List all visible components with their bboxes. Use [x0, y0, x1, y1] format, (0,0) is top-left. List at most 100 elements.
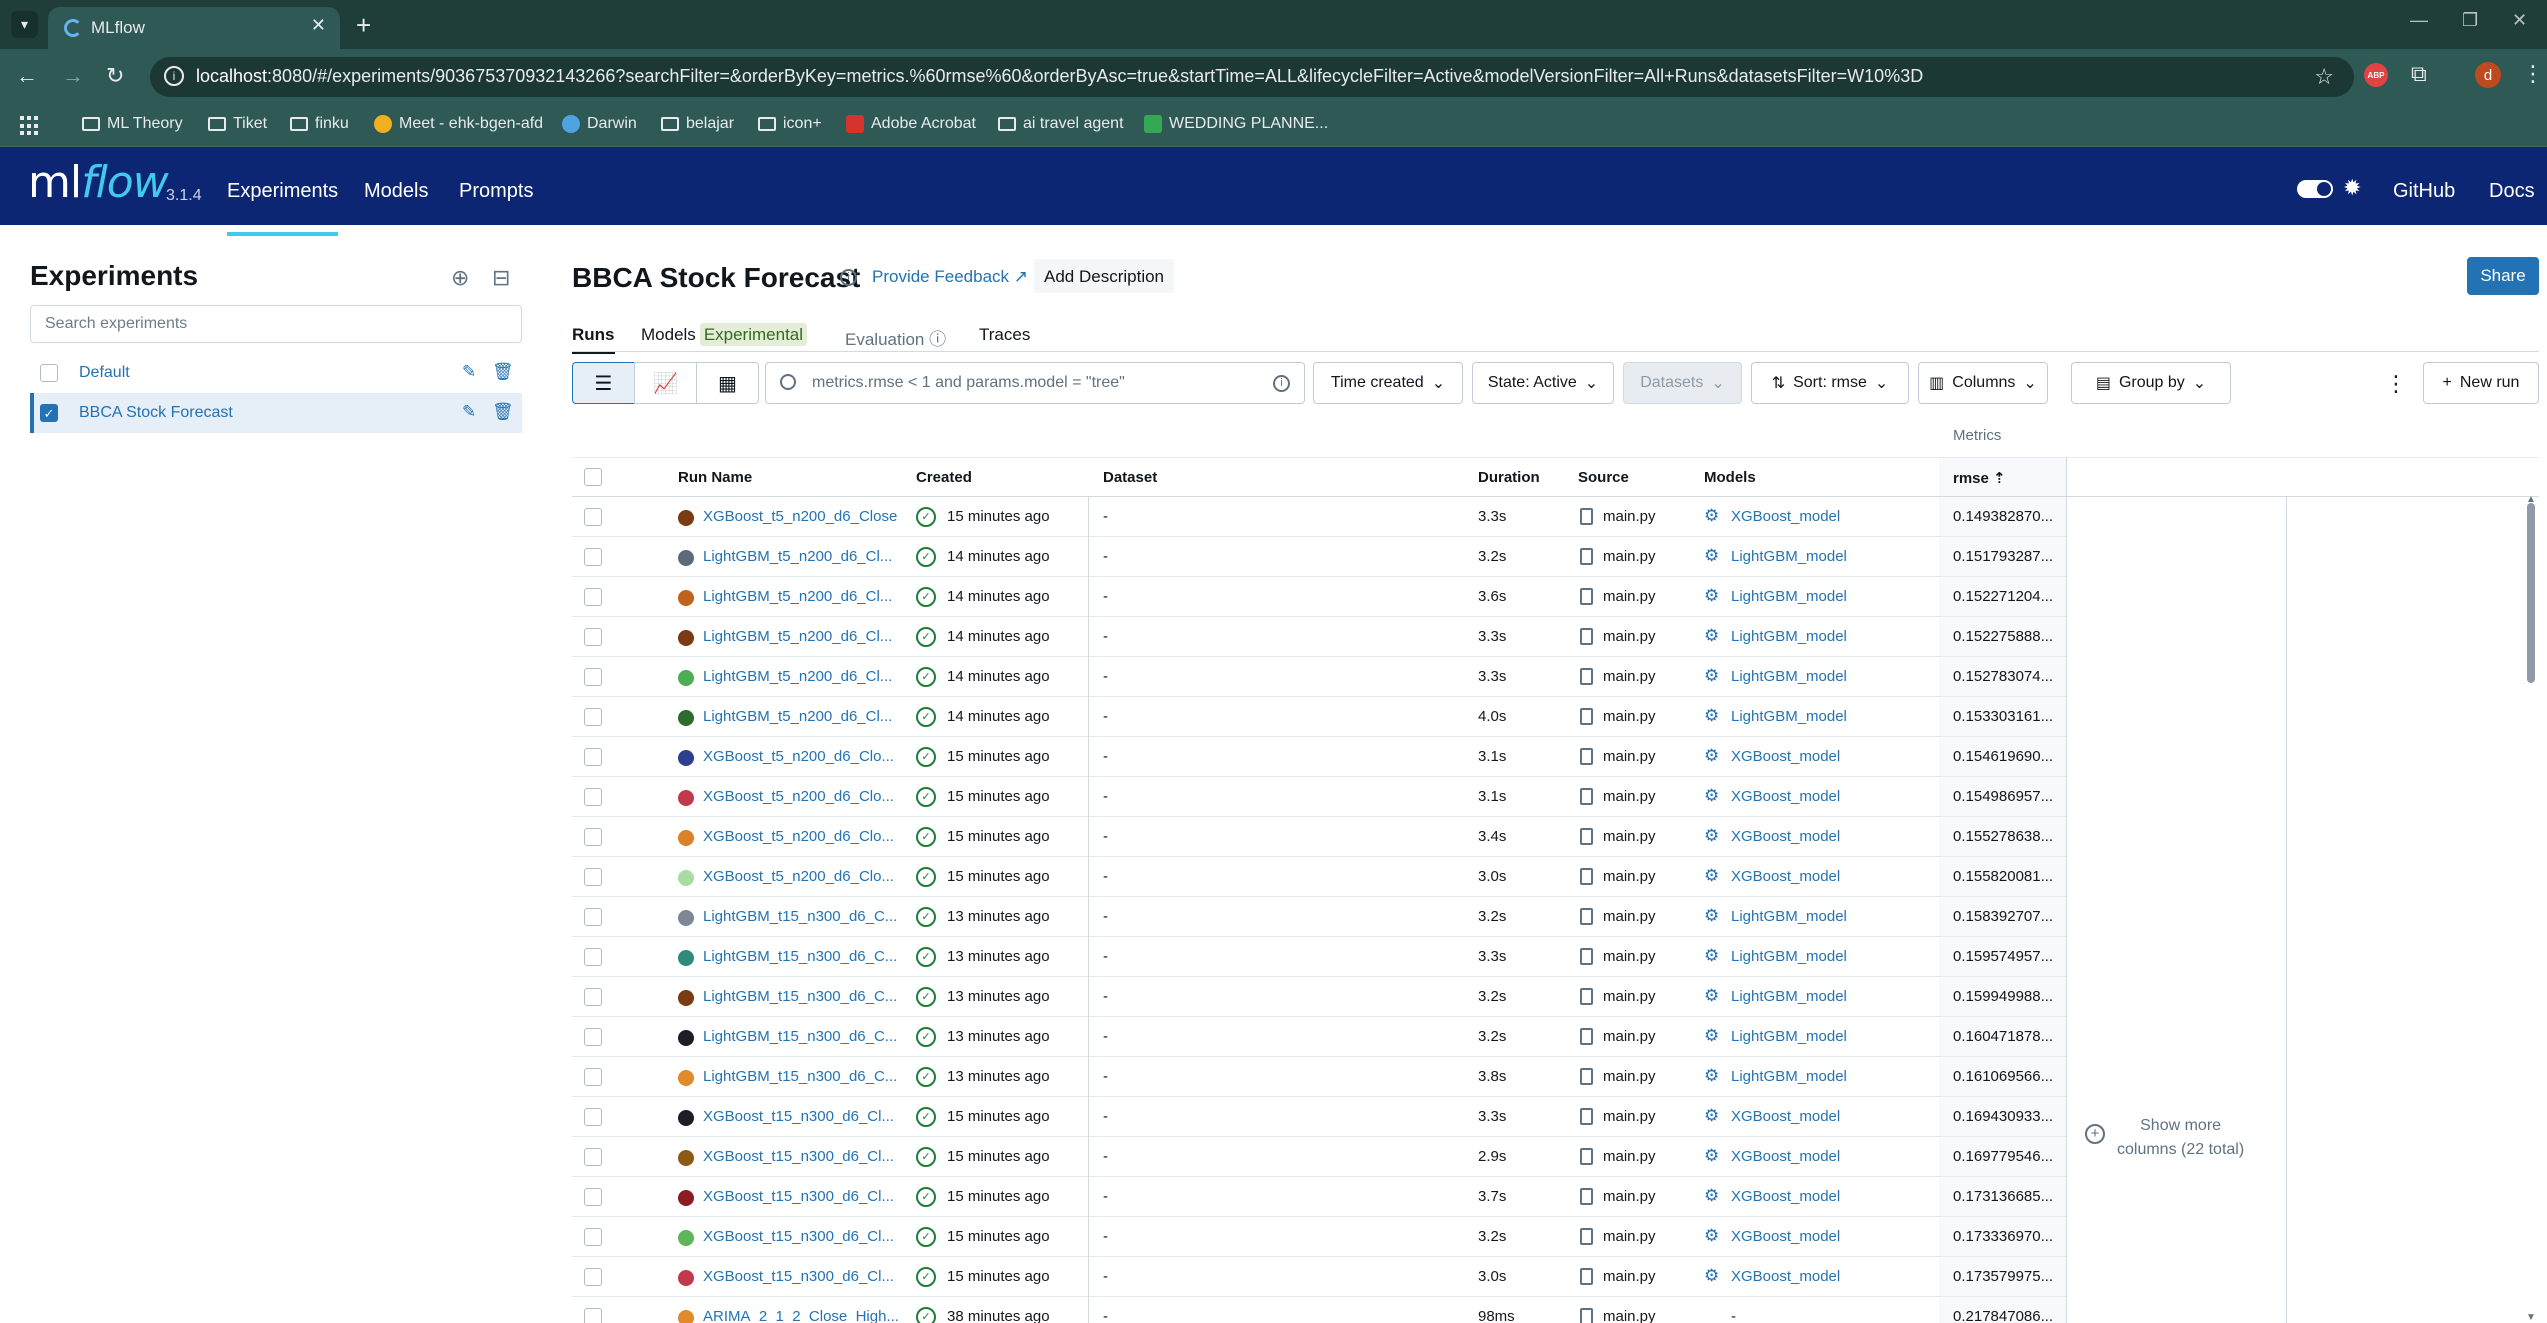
close-window-icon[interactable]: ✕: [2512, 10, 2527, 31]
run-color-dot[interactable]: [678, 790, 694, 806]
model-link[interactable]: LightGBM_model: [1731, 548, 1847, 565]
experiment-checkbox[interactable]: ✓: [40, 404, 58, 422]
model-link[interactable]: LightGBM_model: [1731, 668, 1847, 685]
row-checkbox[interactable]: [584, 748, 602, 766]
run-color-dot[interactable]: [678, 670, 694, 686]
reload-icon[interactable]: ↻: [106, 63, 124, 89]
state-dropdown[interactable]: State: Active ⌄: [1472, 362, 1614, 404]
run-color-dot[interactable]: [678, 710, 694, 726]
header-run-name[interactable]: Run Name: [678, 469, 752, 486]
source-link[interactable]: main.py: [1603, 588, 1656, 605]
run-color-dot[interactable]: [678, 1230, 694, 1246]
model-link[interactable]: XGBoost_model: [1731, 1188, 1840, 1205]
row-checkbox[interactable]: [584, 988, 602, 1006]
new-run-button[interactable]: + New run: [2423, 362, 2539, 404]
tab-traces[interactable]: Traces: [979, 325, 1030, 345]
more-options-icon[interactable]: ⋮: [2385, 371, 2407, 397]
new-tab-icon[interactable]: +: [356, 10, 371, 41]
source-link[interactable]: main.py: [1603, 1108, 1656, 1125]
info-icon[interactable]: i: [840, 269, 857, 286]
run-color-dot[interactable]: [678, 830, 694, 846]
experiment-item-default[interactable]: Default ✎ 🗑: [30, 353, 522, 393]
close-tab-icon[interactable]: ✕: [311, 15, 326, 36]
model-link[interactable]: XGBoost_model: [1731, 788, 1840, 805]
row-checkbox[interactable]: [584, 1068, 602, 1086]
sort-dropdown[interactable]: ⇅ Sort: rmse ⌄: [1751, 362, 1909, 404]
source-link[interactable]: main.py: [1603, 668, 1656, 685]
experiment-item-bbca[interactable]: ✓ BBCA Stock Forecast ✎ 🗑: [30, 393, 522, 433]
source-link[interactable]: main.py: [1603, 868, 1656, 885]
model-link[interactable]: LightGBM_model: [1731, 1068, 1847, 1085]
table-row[interactable]: XGBoost_t5_n200_d6_Clo... ✓ 15 minutes ago…: [572, 737, 2066, 777]
row-checkbox[interactable]: [584, 628, 602, 646]
source-link[interactable]: main.py: [1603, 988, 1656, 1005]
run-color-dot[interactable]: [678, 1190, 694, 1206]
table-row[interactable]: LightGBM_t15_n300_d6_C... ✓ 13 minutes ago…: [572, 897, 2066, 937]
table-row[interactable]: ARIMA_2_1_2_Close_High... ✓ 38 minutes ago…: [572, 1297, 2066, 1323]
model-link[interactable]: LightGBM_model: [1731, 628, 1847, 645]
adblock-extension-icon[interactable]: ABP: [2364, 63, 2388, 87]
url-text[interactable]: localhost:8080/#/experiments/90367537093…: [196, 66, 1923, 87]
run-color-dot[interactable]: [678, 630, 694, 646]
run-name-link[interactable]: XGBoost_t15_n300_d6_Cl...: [703, 1188, 894, 1205]
run-color-dot[interactable]: [678, 1030, 694, 1046]
table-row[interactable]: LightGBM_t5_n200_d6_Cl... ✓ 14 minutes ago…: [572, 657, 2066, 697]
run-name-link[interactable]: LightGBM_t15_n300_d6_C...: [703, 988, 897, 1005]
experiment-name[interactable]: Default: [79, 364, 130, 382]
run-name-link[interactable]: LightGBM_t5_n200_d6_Cl...: [703, 548, 892, 565]
source-link[interactable]: main.py: [1603, 708, 1656, 725]
bookmark-star-icon[interactable]: ☆: [2314, 64, 2334, 90]
model-link[interactable]: XGBoost_model: [1731, 508, 1840, 525]
source-link[interactable]: main.py: [1603, 1308, 1656, 1323]
table-row[interactable]: LightGBM_t5_n200_d6_Cl... ✓ 14 minutes ago…: [572, 617, 2066, 657]
edit-icon[interactable]: ✎: [462, 402, 476, 422]
row-checkbox[interactable]: [584, 1188, 602, 1206]
run-name-link[interactable]: LightGBM_t5_n200_d6_Cl...: [703, 588, 892, 605]
list-view-icon[interactable]: ☰: [572, 362, 635, 404]
extensions-icon[interactable]: ⧉: [2411, 61, 2427, 87]
run-color-dot[interactable]: [678, 1150, 694, 1166]
github-link[interactable]: GitHub: [2393, 180, 2455, 203]
run-color-dot[interactable]: [678, 1110, 694, 1126]
run-name-link[interactable]: XGBoost_t15_n300_d6_Cl...: [703, 1228, 894, 1245]
columns-dropdown[interactable]: ▥ Columns ⌄: [1918, 362, 2048, 404]
run-name-link[interactable]: XGBoost_t5_n200_d6_Clo...: [703, 868, 894, 885]
bookmark-adobe-acrobat[interactable]: Adobe Acrobat: [846, 115, 976, 133]
source-link[interactable]: main.py: [1603, 748, 1656, 765]
row-checkbox[interactable]: [584, 1268, 602, 1286]
table-row[interactable]: XGBoost_t5_n200_d6_Clo... ✓ 15 minutes ago…: [572, 857, 2066, 897]
run-name-link[interactable]: ARIMA_2_1_2_Close_High...: [703, 1308, 899, 1323]
forward-icon[interactable]: →: [62, 63, 84, 89]
row-checkbox[interactable]: [584, 908, 602, 926]
time-created-dropdown[interactable]: Time created ⌄: [1313, 362, 1463, 404]
run-color-dot[interactable]: [678, 550, 694, 566]
nav-models[interactable]: Models: [364, 180, 428, 203]
profile-avatar[interactable]: d: [2475, 62, 2501, 88]
table-row[interactable]: LightGBM_t15_n300_d6_C... ✓ 13 minutes ago…: [572, 1017, 2066, 1057]
back-icon[interactable]: ←: [16, 63, 38, 89]
source-link[interactable]: main.py: [1603, 1068, 1656, 1085]
table-row[interactable]: LightGBM_t15_n300_d6_C... ✓ 13 minutes ago…: [572, 977, 2066, 1017]
row-checkbox[interactable]: [584, 668, 602, 686]
header-rmse[interactable]: rmse ⇡: [1953, 469, 2006, 487]
bookmark-finku[interactable]: finku: [290, 115, 349, 133]
docs-link[interactable]: Docs: [2489, 180, 2535, 203]
model-link[interactable]: XGBoost_model: [1731, 1108, 1840, 1125]
run-name-link[interactable]: XGBoost_t15_n300_d6_Cl...: [703, 1268, 894, 1285]
model-link[interactable]: XGBoost_model: [1731, 748, 1840, 765]
tab-runs[interactable]: Runs: [572, 325, 615, 354]
table-row[interactable]: LightGBM_t5_n200_d6_Cl... ✓ 14 minutes ago…: [572, 577, 2066, 617]
sun-settings-icon[interactable]: ✹: [2343, 175, 2361, 201]
show-more-columns-button[interactable]: Show more columns (22 total): [2117, 1114, 2244, 1162]
table-scrollbar[interactable]: [2527, 503, 2535, 683]
run-color-dot[interactable]: [678, 1070, 694, 1086]
model-link[interactable]: XGBoost_model: [1731, 828, 1840, 845]
restore-icon[interactable]: ❐: [2462, 10, 2478, 31]
source-link[interactable]: main.py: [1603, 1148, 1656, 1165]
browser-menu-icon[interactable]: ⋮: [2522, 61, 2544, 87]
chart-view-icon[interactable]: 📈: [634, 362, 697, 404]
source-link[interactable]: main.py: [1603, 508, 1656, 525]
datasets-dropdown[interactable]: Datasets ⌄: [1623, 362, 1742, 404]
share-button[interactable]: Share: [2467, 257, 2539, 295]
run-name-link[interactable]: XGBoost_t5_n200_d6_Close: [703, 508, 897, 525]
